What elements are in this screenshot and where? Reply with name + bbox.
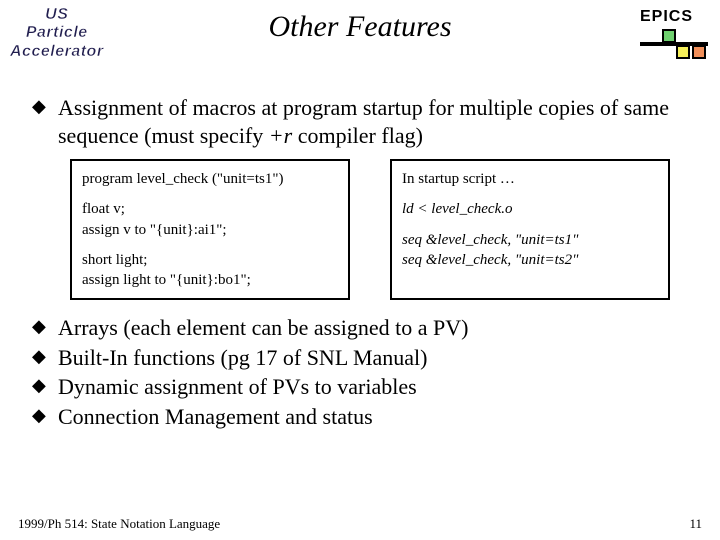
code-line: seq &level_check, "unit=ts1" [402,230,658,250]
bullet-icon: ◆ [32,403,58,427]
bullet-text: Arrays (each element can be assigned to … [58,314,469,342]
list-item: ◆ Dynamic assignment of PVs to variables [32,373,688,401]
footer-page-number: 11 [689,516,702,532]
epics-icon [640,29,708,59]
bullet-text: Connection Management and status [58,403,373,431]
bullet-text: Dynamic assignment of PVs to variables [58,373,417,401]
code-line: assign v to "{unit}:ai1"; [82,220,338,240]
bullet-main-flag: +r [269,123,292,148]
page-title: Other Features [0,10,720,44]
bullet-icon: ◆ [32,373,58,397]
list-item: ◆ Arrays (each element can be assigned t… [32,314,688,342]
list-item: ◆ Built-In functions (pg 17 of SNL Manua… [32,344,688,372]
slide-content: ◆ Assignment of macros at program startu… [0,78,720,430]
code-line: short light; [82,250,338,270]
bullet-main: ◆ Assignment of macros at program startu… [32,94,688,149]
code-line: assign light to "{unit}:bo1"; [82,270,338,290]
list-item: ◆ Connection Management and status [32,403,688,431]
code-line: float v; [82,199,338,219]
code-row: program level_check ("unit=ts1") float v… [70,159,688,300]
code-line: program level_check ("unit=ts1") [82,169,338,189]
bullet-icon: ◆ [32,344,58,368]
bullet-text: Assignment of macros at program startup … [58,94,688,149]
code-line: In startup script … [402,169,658,189]
bullet-icon: ◆ [32,94,58,118]
slide-header: US Particle Accelerator Other Features E… [0,0,720,78]
bullet-text: Built-In functions (pg 17 of SNL Manual) [58,344,427,372]
epics-label: EPICS [640,8,708,26]
bullet-main-tail: compiler flag) [292,123,423,148]
code-line: seq &level_check, "unit=ts2" [402,250,658,270]
lower-bullet-list: ◆ Arrays (each element can be assigned t… [32,314,688,430]
slide-footer: 1999/Ph 514: State Notation Language 11 [0,516,720,532]
code-box-right: In startup script … ld < level_check.o s… [390,159,670,300]
code-box-left: program level_check ("unit=ts1") float v… [70,159,350,300]
footer-left: 1999/Ph 514: State Notation Language [18,516,220,532]
logo-line-3: Accelerator [10,43,104,61]
epics-logo: EPICS [640,8,708,59]
code-line: ld < level_check.o [402,199,658,219]
bullet-icon: ◆ [32,314,58,338]
